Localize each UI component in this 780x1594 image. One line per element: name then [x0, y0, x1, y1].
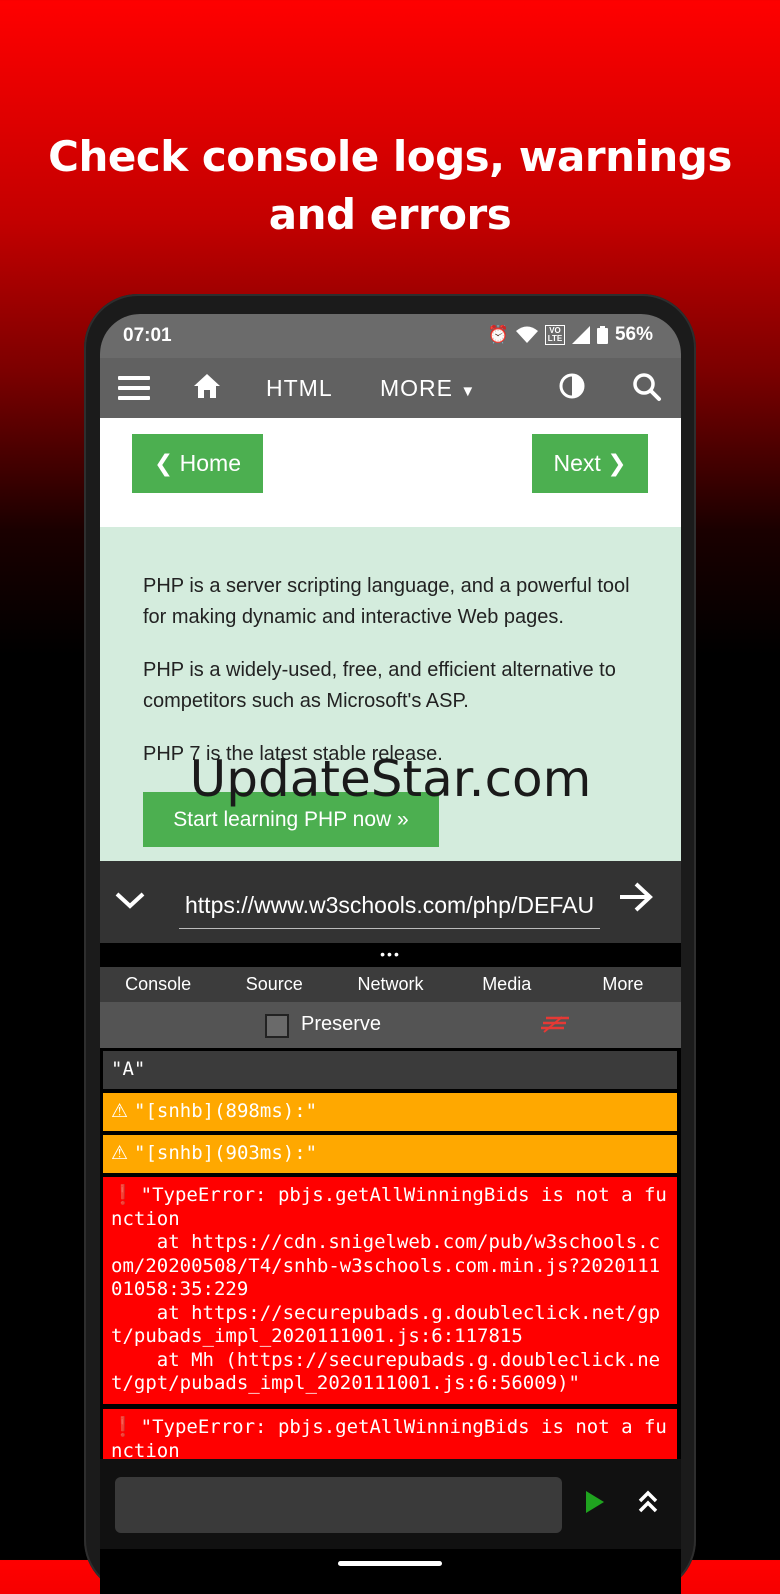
html-nav-link[interactable]: HTML	[266, 375, 333, 402]
preserve-checkbox[interactable]	[265, 1014, 289, 1038]
clear-console-icon[interactable]	[540, 1015, 570, 1033]
intro-paragraph-3: PHP 7 is the latest stable release.	[143, 743, 443, 765]
console-log-list: "A" ⚠ "[snhb](898ms):" ⚠ "[snhb](903ms):" …	[100, 1051, 681, 1459]
alarm-icon: ⏰	[487, 325, 509, 344]
headline: Check console logs, warnings and errors	[48, 132, 732, 239]
battery-icon	[596, 326, 608, 344]
error-icon: ❗	[111, 1184, 135, 1206]
battery-percent: 56%	[614, 324, 653, 345]
start-learning-button[interactable]: Start learning PHP now »	[143, 792, 439, 847]
menu-icon[interactable]	[118, 376, 150, 400]
browser-toolbar: HTML MORE ▼	[100, 358, 681, 418]
caret-down-icon: ▼	[460, 383, 477, 400]
log-entry-warning: ⚠ "[snhb](903ms):"	[103, 1135, 677, 1173]
console-command-input[interactable]	[115, 1477, 562, 1533]
log-entry: "A"	[103, 1051, 677, 1089]
tab-source[interactable]: Source	[216, 967, 332, 1002]
devtools-tabs: Console Source Network Media More	[100, 967, 681, 1002]
intro-paragraph-2: PHP is a widely-used, free, and efficien…	[143, 659, 616, 712]
home-icon[interactable]	[192, 372, 222, 400]
log-text: "TypeError: pbjs.getAllWinningBids is no…	[111, 1184, 667, 1394]
search-icon[interactable]	[632, 372, 662, 402]
status-bar: 07:01 ⏰ VO LTE 56%	[100, 314, 681, 358]
url-bar	[100, 861, 681, 943]
more-label: MORE	[380, 375, 453, 401]
intro-paragraph-1: PHP is a server scripting language, and …	[143, 575, 630, 628]
preserve-row: Preserve	[100, 1002, 681, 1048]
more-nav-link[interactable]: MORE ▼	[380, 375, 476, 402]
arrow-right-icon[interactable]	[618, 881, 654, 913]
phone-frame: 07:01 ⏰ VO LTE 56% HTML MORE ▼ ❮ Home Ne…	[84, 294, 696, 1594]
intro-panel: PHP is a server scripting language, and …	[100, 527, 681, 863]
warning-icon: ⚠	[111, 1100, 129, 1122]
next-button[interactable]: Next ❯	[532, 434, 648, 493]
log-text: "A"	[111, 1058, 146, 1080]
status-icons: ⏰ VO LTE 56%	[488, 324, 653, 346]
gesture-bar	[338, 1561, 442, 1566]
log-entry-warning: ⚠ "[snhb](898ms):"	[103, 1093, 677, 1131]
tab-console[interactable]: Console	[100, 967, 216, 1002]
error-icon: ❗	[111, 1416, 135, 1438]
tab-media[interactable]: Media	[449, 967, 565, 1002]
log-entry-error: ❗ "TypeError: pbjs.getAllWinningBids is n…	[103, 1177, 677, 1404]
log-text: "TypeError: pbjs.getAllWinningBids is no…	[111, 1416, 667, 1459]
log-text: "[snhb](898ms):"	[134, 1100, 318, 1122]
drag-handle[interactable]: •••	[100, 943, 681, 967]
log-entry-error: ❗ "TypeError: pbjs.getAllWinningBids is n…	[103, 1409, 677, 1459]
webpage-content: ❮ Home Next ❯ PHP is a server scripting …	[100, 418, 681, 863]
volte-icon: VO LTE	[544, 325, 565, 345]
tab-network[interactable]: Network	[332, 967, 448, 1002]
phone-screen: 07:01 ⏰ VO LTE 56% HTML MORE ▼ ❮ Home Ne…	[100, 314, 681, 1594]
tab-more[interactable]: More	[565, 967, 681, 1002]
double-chevron-up-icon[interactable]	[637, 1489, 659, 1515]
home-button[interactable]: ❮ Home	[132, 434, 263, 493]
wifi-icon	[515, 326, 538, 343]
preserve-label: Preserve	[301, 1013, 382, 1035]
signal-icon	[571, 326, 590, 344]
log-text: "[snhb](903ms):"	[134, 1142, 318, 1164]
devtools-panel: ••• Console Source Network Media More Pr…	[100, 943, 681, 1594]
console-input-bar	[100, 1459, 681, 1549]
chevron-down-icon[interactable]	[114, 889, 146, 911]
play-icon[interactable]	[584, 1489, 606, 1515]
contrast-icon[interactable]	[558, 372, 586, 400]
warning-icon: ⚠	[111, 1142, 129, 1164]
url-input[interactable]	[179, 883, 600, 929]
status-time: 07:01	[123, 325, 172, 346]
